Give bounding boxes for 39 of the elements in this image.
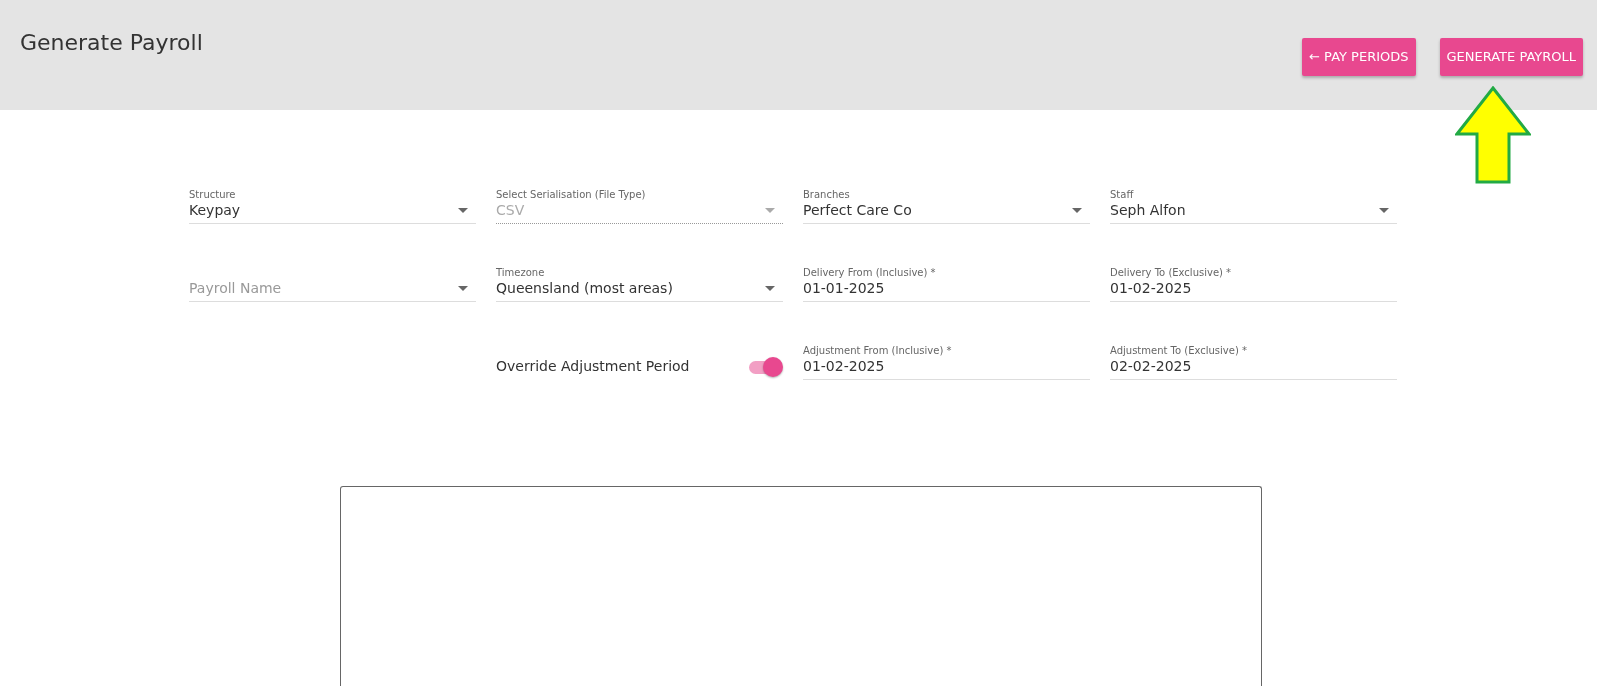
page-title: Generate Payroll <box>20 30 203 57</box>
field-label: Select Serialisation (File Type) <box>496 189 647 202</box>
field-value: 01-02-2025 <box>1110 279 1192 299</box>
date-field[interactable]: Adjustment To (Exclusive) * 02-02-2025 <box>1110 340 1397 380</box>
header-button[interactable]: ← PAY PERIODS <box>1302 38 1416 76</box>
field-label: Delivery From (Inclusive) * <box>803 267 937 280</box>
up-arrow-icon <box>1455 86 1531 184</box>
field-label: Adjustment To (Exclusive) * <box>1110 345 1248 358</box>
dropdown-caret-icon <box>1072 208 1082 213</box>
dropdown-caret-icon <box>765 286 775 291</box>
header-button[interactable]: GENERATE PAYROLL <box>1439 38 1583 76</box>
field-value: 02-02-2025 <box>1110 357 1192 377</box>
field-value: 01-02-2025 <box>803 357 885 377</box>
select-field[interactable]: Structure Keypay <box>189 184 476 224</box>
field-label: Branches <box>803 189 851 202</box>
select-field[interactable]: Timezone Queensland (most areas) <box>496 262 783 302</box>
dropdown-caret-icon <box>765 208 775 213</box>
select-field[interactable]: Branches Perfect Care Co <box>803 184 1090 224</box>
date-field[interactable]: Delivery To (Exclusive) * 01-02-2025 <box>1110 262 1397 302</box>
dropdown-caret-icon <box>458 208 468 213</box>
field-value: CSV <box>496 201 525 221</box>
field-label: Timezone <box>496 267 546 280</box>
select-field[interactable]: Staff Seph Alfon <box>1110 184 1397 224</box>
field-label: Delivery To (Exclusive) * <box>1110 267 1233 280</box>
field-value: Keypay <box>189 201 241 221</box>
field-label: Adjustment From (Inclusive) * <box>803 345 953 358</box>
field-value: Queensland (most areas) <box>496 279 673 299</box>
field-label: Structure <box>189 189 237 202</box>
dropdown-caret-icon <box>1379 208 1389 213</box>
field-value: Perfect Care Co <box>803 201 912 221</box>
toggle-label: Override Adjustment Period <box>496 357 690 376</box>
field-label: Staff <box>1110 189 1135 202</box>
field-placeholder: Payroll Name <box>189 279 282 299</box>
field-value: Seph Alfon <box>1110 201 1186 221</box>
field-value: 01-01-2025 <box>803 279 885 299</box>
toggle-switch[interactable] <box>749 357 783 377</box>
dropdown-caret-icon <box>458 286 468 291</box>
date-field[interactable]: Delivery From (Inclusive) * 01-01-2025 <box>803 262 1090 302</box>
date-field[interactable]: Adjustment From (Inclusive) * 01-02-2025 <box>803 340 1090 380</box>
